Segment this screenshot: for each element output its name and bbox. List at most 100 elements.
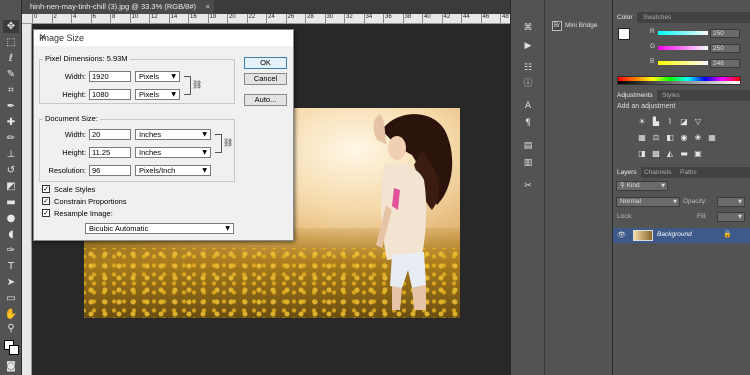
b-slider[interactable] (658, 61, 708, 65)
pen-tool-icon[interactable]: ✑ (3, 244, 19, 257)
fill-input[interactable]: ▼ (717, 212, 745, 222)
layer-comps-icon[interactable]: ☷ (522, 62, 534, 74)
invert-icon[interactable]: ◨ (637, 149, 647, 158)
notes-panel-icon[interactable]: ▥ (522, 157, 534, 169)
close-tab-icon[interactable]: × (206, 0, 210, 14)
r-slider[interactable] (658, 31, 708, 35)
exposure-icon[interactable]: ◪ (679, 117, 689, 126)
curves-icon[interactable]: ⌇ (665, 117, 675, 126)
color-balance-icon[interactable]: ⚖ (651, 133, 661, 142)
opacity-input[interactable]: ▼ (717, 197, 745, 207)
move-tool-icon[interactable]: ✥ (3, 20, 19, 33)
ruler-tick: 32 (344, 14, 353, 23)
close-icon[interactable]: ✕ (39, 33, 287, 43)
mini-bridge-tab[interactable]: Br Mini Bridge (547, 18, 611, 34)
b-value[interactable]: 248 (710, 59, 740, 68)
resolution-input[interactable]: 96 (89, 165, 131, 176)
color-spectrum[interactable] (617, 76, 741, 85)
link-chain-icon: ⛓ (223, 138, 234, 147)
posterize-icon[interactable]: ▩ (651, 149, 661, 158)
levels-icon[interactable]: ▙ (651, 117, 661, 126)
blend-mode-select[interactable]: Normal ▼ (616, 197, 680, 207)
info-panel-icon[interactable]: ⓘ (522, 78, 534, 90)
history-panel-icon[interactable]: ⌘ (522, 22, 534, 34)
constrain-proportions-label: Constrain Proportions (54, 197, 127, 206)
tab-color[interactable]: Color (613, 12, 637, 23)
clone-stamp-tool-icon[interactable]: ⊥ (3, 148, 19, 161)
quick-mask-icon[interactable]: ◙ (3, 360, 19, 373)
adjustments-heading: Add an adjustment (617, 103, 676, 110)
tab-styles[interactable]: Styles (658, 90, 684, 101)
scale-styles-checkbox[interactable]: ✓ (42, 185, 50, 193)
lasso-tool-icon[interactable]: ℓ (3, 52, 19, 65)
dodge-tool-icon[interactable]: ◖ (3, 228, 19, 241)
history-brush-tool-icon[interactable]: ↺ (3, 164, 19, 177)
hand-tool-icon[interactable]: ✋ (3, 308, 19, 321)
path-select-tool-icon[interactable]: ➤ (3, 276, 19, 289)
background-color-swatch[interactable] (9, 345, 19, 355)
g-slider[interactable] (658, 46, 708, 50)
constrain-proportions-checkbox[interactable]: ✓ (42, 197, 50, 205)
brush-tool-icon[interactable]: ✏ (3, 132, 19, 145)
vertical-ruler (22, 24, 32, 375)
channel-mixer-icon[interactable]: ❀ (693, 133, 703, 142)
doc-width-input[interactable]: 20 (89, 129, 131, 140)
black-white-icon[interactable]: ◧ (665, 133, 675, 142)
shape-tool-icon[interactable]: ▭ (3, 292, 19, 305)
foreground-swatch[interactable] (618, 28, 630, 40)
resample-method-select[interactable]: Bicubic Automatic ▼ (85, 223, 234, 234)
ruler-tick: 34 (363, 14, 373, 23)
photo-filter-icon[interactable]: ◉ (679, 133, 689, 142)
pixel-width-unit-select[interactable]: Pixels ▼ (135, 71, 180, 82)
gradient-map-icon[interactable]: ▬ (679, 149, 689, 158)
resample-image-checkbox[interactable]: ✓ (42, 209, 50, 217)
g-value[interactable]: 250 (710, 44, 740, 53)
brush-presets-icon[interactable]: ▤ (522, 140, 534, 152)
zoom-tool-icon[interactable]: ⚲ (3, 322, 19, 335)
tab-adjustments[interactable]: Adjustments (613, 90, 657, 101)
tab-layers[interactable]: Layers (613, 167, 641, 178)
gradient-tool-icon[interactable]: ▬ (3, 196, 19, 209)
tool-presets-icon[interactable]: ✂ (522, 180, 534, 192)
eyedropper-tool-icon[interactable]: ✒ (3, 100, 19, 113)
tab-channels[interactable]: Channels (640, 167, 675, 178)
paragraph-panel-icon[interactable]: ¶ (522, 117, 534, 129)
doc-height-input[interactable]: 11.25 (89, 147, 131, 158)
marquee-tool-icon[interactable]: ⬚ (3, 36, 19, 49)
hue-saturation-icon[interactable]: ▦ (637, 133, 647, 142)
color-lookup-icon[interactable]: ▦ (707, 133, 717, 142)
type-tool-icon[interactable]: T (3, 260, 19, 273)
blur-tool-icon[interactable]: ● (3, 212, 19, 225)
eye-icon[interactable]: 👁 (617, 231, 626, 239)
pixel-width-input[interactable]: 1920 (89, 71, 131, 82)
crop-tool-icon[interactable]: ⌗ (3, 84, 19, 97)
doc-width-unit-select[interactable]: Inches ▼ (135, 129, 211, 140)
document-tab[interactable]: hinh-nen-may-tinh-chill (3).jpg @ 33.3% … (22, 0, 214, 14)
layer-filter-select[interactable]: ⚲ Kind ▼ (616, 181, 668, 191)
threshold-icon[interactable]: ◭ (665, 149, 675, 158)
eraser-tool-icon[interactable]: ◩ (3, 180, 19, 193)
ok-button[interactable]: OK (244, 57, 287, 69)
ruler-tick: 16 (188, 14, 197, 23)
pixel-height-input[interactable]: 1080 (89, 89, 131, 100)
quick-select-tool-icon[interactable]: ✎ (3, 68, 19, 81)
doc-height-unit-select[interactable]: Inches ▼ (135, 147, 211, 158)
character-panel-icon[interactable]: A (522, 100, 534, 112)
auto-button[interactable]: Auto... (244, 94, 287, 106)
r-value[interactable]: 250 (710, 29, 740, 38)
dialog-title-bar[interactable]: Image Size ✕ (34, 30, 293, 46)
layer-row-background[interactable]: 👁 Background 🔒 (613, 228, 750, 243)
actions-panel-icon[interactable]: ▶ (522, 40, 534, 52)
resolution-unit-select[interactable]: Pixels/Inch ▼ (135, 165, 211, 176)
vibrance-icon[interactable]: ▽ (693, 117, 703, 126)
brightness-contrast-icon[interactable]: ☀ (637, 117, 647, 126)
pixel-height-unit-select[interactable]: Pixels ▼ (135, 89, 180, 100)
tab-swatches[interactable]: Swatches (639, 12, 675, 23)
tab-paths[interactable]: Paths (676, 167, 701, 178)
selective-color-icon[interactable]: ▣ (693, 149, 703, 158)
color-panel-tabs: Color Swatches (613, 12, 750, 23)
pixel-dimensions-value: 5.93M (106, 54, 128, 63)
cancel-button[interactable]: Cancel (244, 73, 287, 85)
healing-brush-tool-icon[interactable]: ✚ (3, 116, 19, 129)
chevron-down-icon: ▼ (202, 149, 207, 156)
